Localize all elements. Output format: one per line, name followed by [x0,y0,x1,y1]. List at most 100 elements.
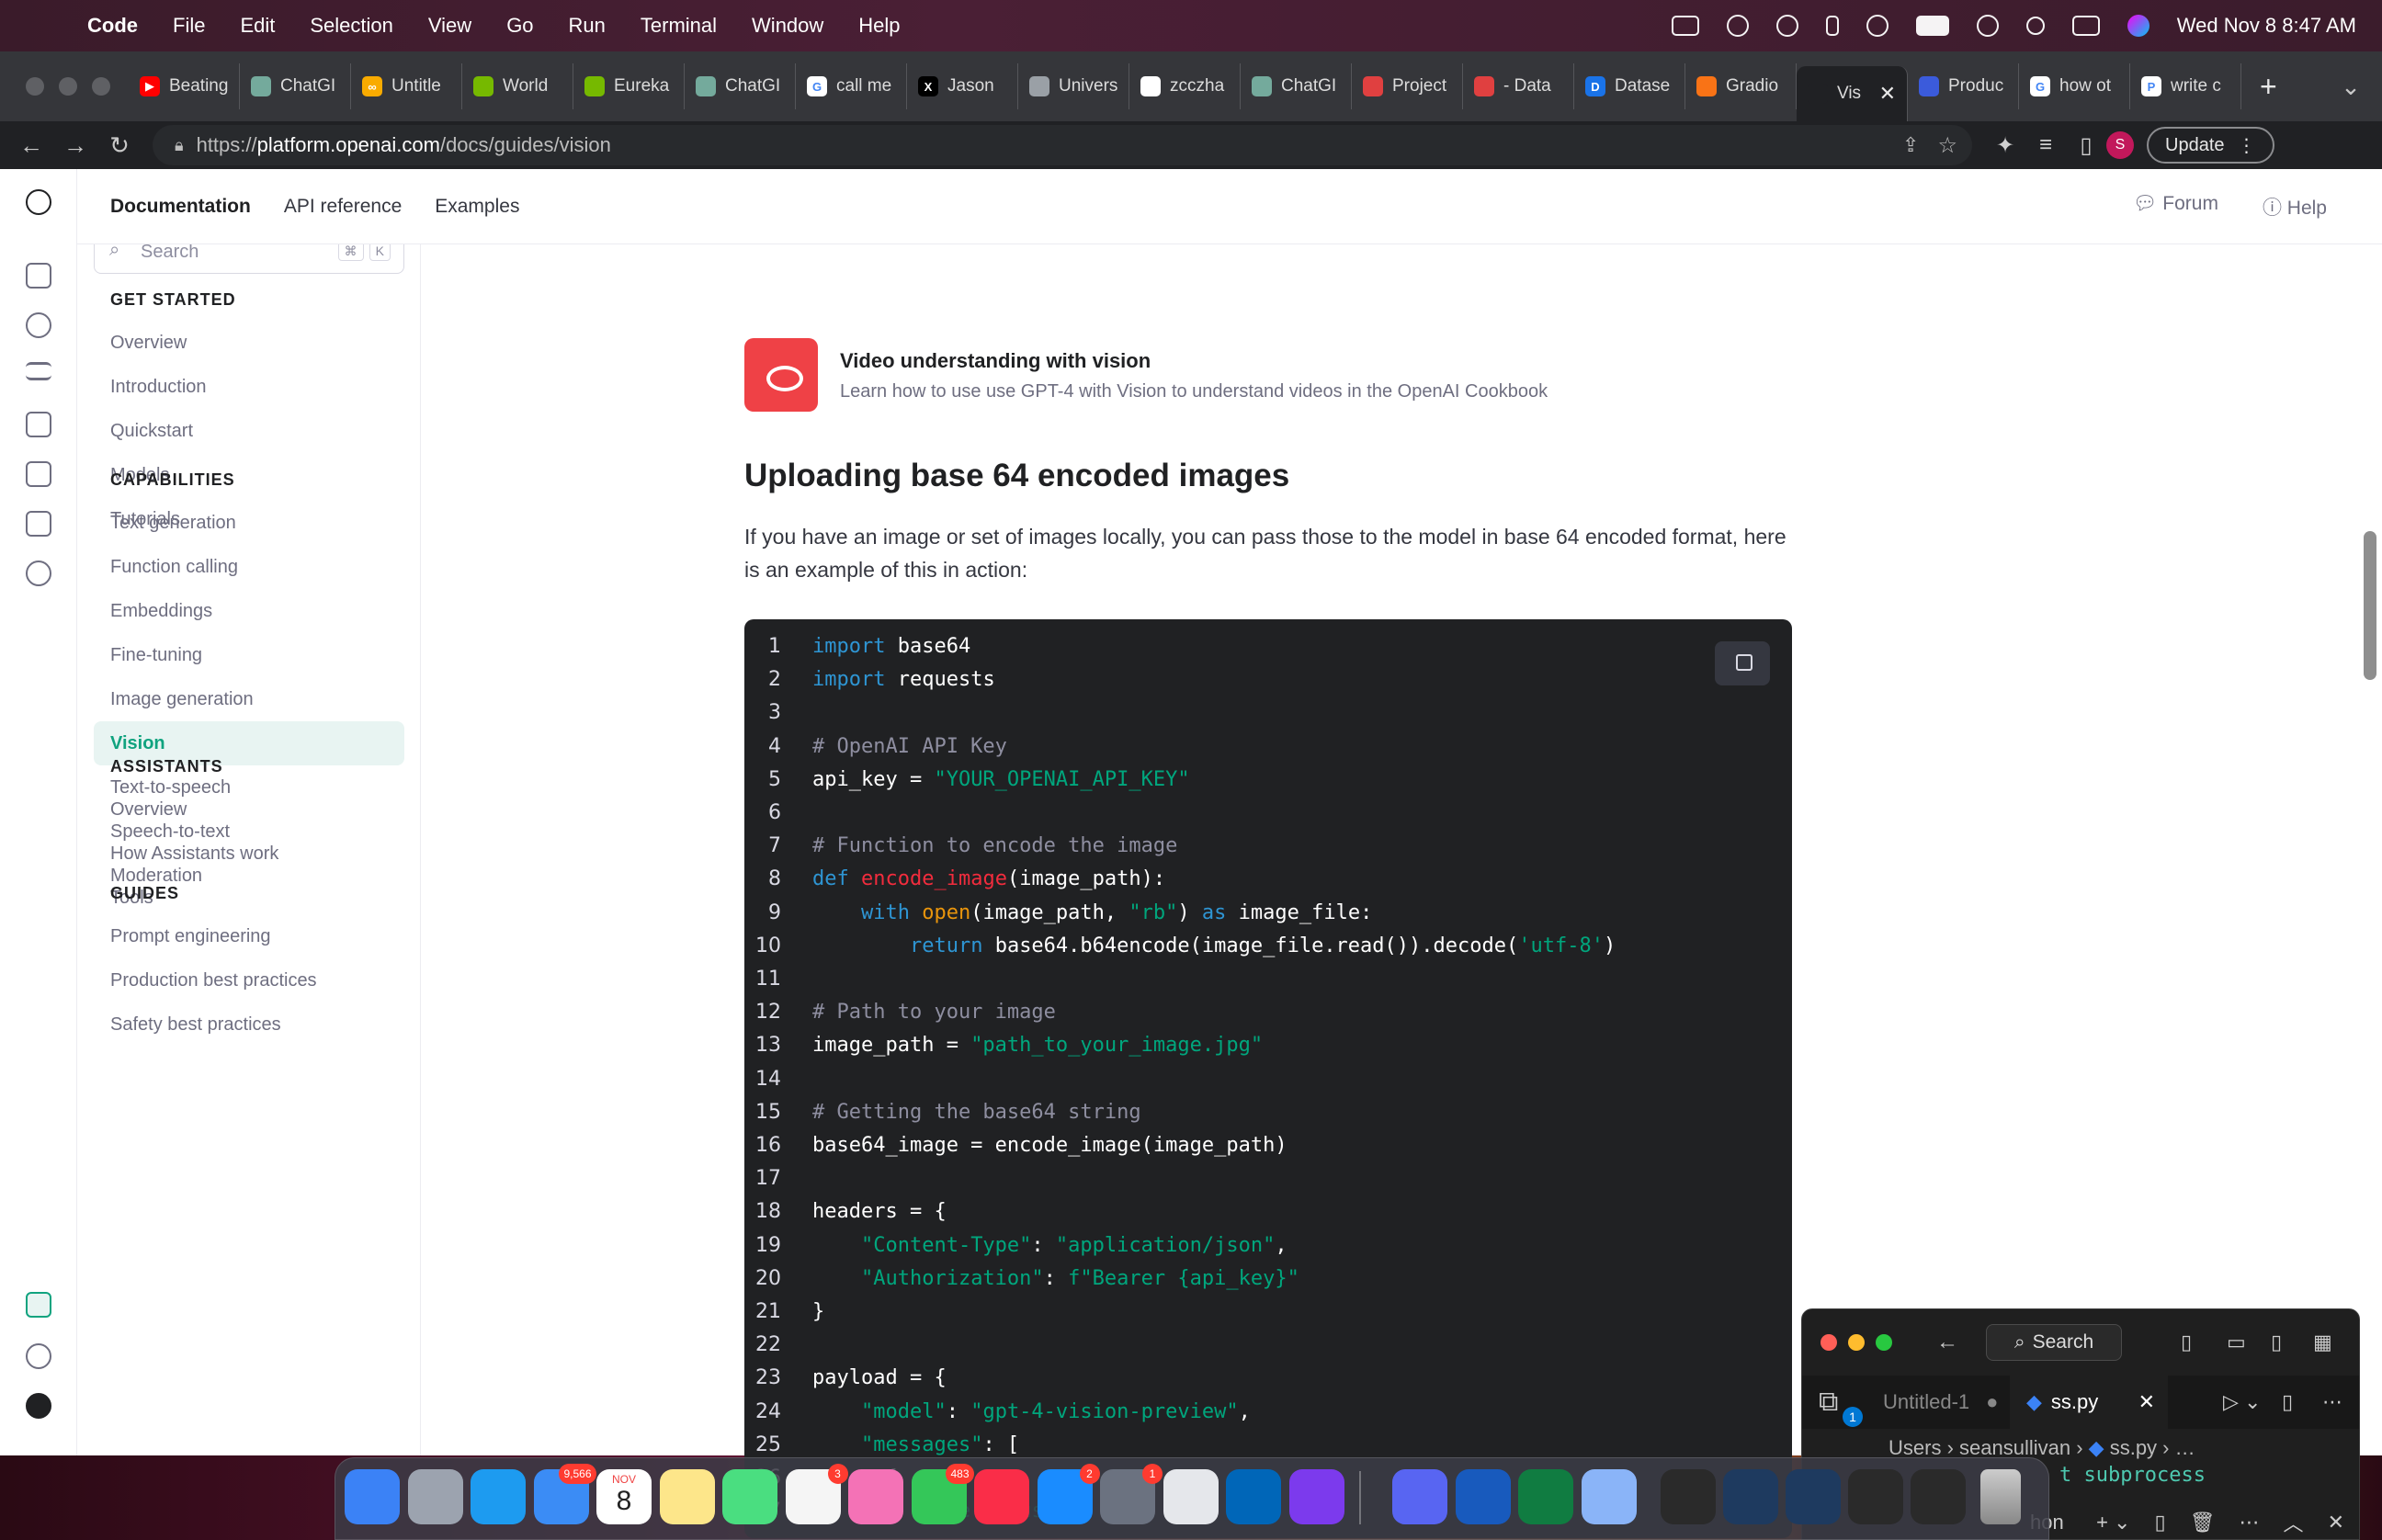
address-bar[interactable]: 🔒︎ https://platform.openai.com/docs/guid… [153,125,1972,165]
minimized-window-1[interactable] [1661,1469,1716,1524]
tab-documentation[interactable]: Documentation [110,196,251,218]
breadcrumb-users[interactable]: Users [1889,1436,1941,1459]
dock-app-chrome[interactable] [1163,1469,1219,1524]
close-panel-icon[interactable]: ✕ [2328,1511,2344,1534]
side-panel-icon[interactable]: ▯ [2066,132,2106,159]
menu-selection[interactable]: Selection [292,14,411,38]
browser-tab[interactable]: Eureka [573,63,685,109]
dock-app-discord[interactable] [1392,1469,1447,1524]
minimized-window-3[interactable] [1786,1469,1841,1524]
dock-app-preview[interactable] [1581,1469,1637,1524]
page-scrollbar[interactable] [2364,531,2376,680]
tab-examples[interactable]: Examples [435,196,519,218]
update-button[interactable]: Update ⋮ [2147,127,2274,164]
search-input[interactable]: ⌕ Search ⌘ K [94,244,404,274]
maximize-panel-icon[interactable]: ︿ [2284,1508,2304,1537]
kill-terminal-icon[interactable]: 🗑︎ [2190,1511,2216,1534]
battery-icon[interactable] [1915,16,1949,36]
editor-code-fragment[interactable]: t subprocess [2059,1464,2206,1487]
forum-link[interactable]: 💬︎ Forum [2133,193,2218,221]
vscode-back-icon[interactable]: ← [1936,1330,1958,1355]
sidebar-item-function-calling[interactable]: Function calling [94,545,404,589]
media-controls-icon[interactable]: ≡ [2025,132,2066,158]
help-lifebuoy-icon[interactable] [26,1343,51,1369]
menu-go[interactable]: Go [489,14,550,38]
assistants-icon[interactable] [26,312,51,338]
more-actions-icon[interactable]: ⋯ [2322,1376,2342,1429]
dock-app-word[interactable] [1455,1469,1511,1524]
menu-file[interactable]: File [155,14,222,38]
breadcrumb-more[interactable]: … [2175,1436,2195,1459]
tab-ss-py[interactable]: ◆ ss.py ✕ [2010,1376,2168,1429]
trash-icon[interactable] [1980,1469,2021,1524]
dock-app-calendar[interactable]: NOV 8 [596,1469,652,1524]
sidebar-item-how-assistants-work[interactable]: How Assistants work [94,832,404,876]
menu-run[interactable]: Run [551,14,623,38]
dock-app-app-store[interactable]: 2 [1037,1464,1100,1524]
toggle-sidebar-icon[interactable]: ▯ [2181,1331,2192,1354]
menu-window[interactable]: Window [734,14,841,38]
dock-app-mail[interactable]: 9,566 [533,1464,596,1524]
browser-tab[interactable]: World [462,63,573,109]
dock-app-vs-code[interactable] [1226,1469,1281,1524]
sidebar-item-embeddings[interactable]: Embeddings [94,589,404,633]
dock-app-obsidian[interactable] [1288,1469,1344,1524]
menu-bar-clock[interactable]: Wed Nov 8 8:47 AM [2177,14,2356,38]
siri-icon[interactable] [2127,15,2149,37]
playground-icon[interactable] [26,263,51,289]
vscode-minimize-button[interactable] [1848,1334,1865,1351]
wifi-icon[interactable] [1976,15,1999,37]
close-window-button[interactable] [26,77,44,96]
creative-cloud-icon[interactable] [1726,15,1749,37]
share-icon[interactable]: ⇪ [1902,133,1919,157]
app-menu-code[interactable]: Code [70,14,155,38]
close-tab-icon[interactable]: ✕ [1879,82,1896,106]
browser-tab[interactable]: D Datase [1574,63,1685,109]
minimized-window-4[interactable] [1848,1469,1903,1524]
files-folder-icon[interactable] [26,461,51,487]
help-link[interactable]: ⓘ Help [2263,193,2327,221]
dock-app-finder[interactable] [345,1469,400,1524]
sidebar-item-text-generation[interactable]: Text generation [94,501,404,545]
terminal-more-icon[interactable]: ⋯ [2240,1511,2260,1534]
dock-app-safari[interactable] [471,1469,526,1524]
browser-tab[interactable]: Project [1352,63,1463,109]
dock-app-photos[interactable] [848,1469,903,1524]
close-tab-icon[interactable]: ✕ [2138,1390,2168,1414]
new-terminal-icon[interactable]: + ⌄ [2096,1511,2130,1534]
vscode-close-button[interactable] [1821,1334,1837,1351]
sidebar-item-image-generation[interactable]: Image generation [94,677,404,721]
customize-layout-icon[interactable]: ▦ [2313,1331,2332,1354]
vpn-icon[interactable] [1775,15,1798,37]
usage-chart-icon[interactable] [26,511,51,537]
breadcrumb-file[interactable]: ss.py [2110,1436,2157,1459]
extensions-icon[interactable]: ✦ [1985,132,2025,159]
browser-tab[interactable]: Gradio [1685,63,1797,109]
cloud-icon[interactable] [1671,16,1699,36]
toggle-panel-icon[interactable]: ▭ [2227,1331,2246,1354]
minimize-window-button[interactable] [59,77,77,96]
browser-tab[interactable]: ChatGI [1241,63,1352,109]
tab-api-reference[interactable]: API reference [284,196,402,218]
dock-app-music[interactable] [974,1469,1029,1524]
browser-tab[interactable]: ▶ Beating [129,63,240,109]
split-editor-icon[interactable]: ▯ [2282,1376,2293,1429]
vscode-zoom-button[interactable] [1876,1334,1892,1351]
sidebar-item-quickstart[interactable]: Quickstart [94,409,404,453]
browser-tab[interactable]: Univers [1018,63,1129,109]
browser-tab[interactable]: - Data [1463,63,1574,109]
sidebar-item-prompt-engineering[interactable]: Prompt engineering [94,914,404,958]
toggle-secondary-sidebar-icon[interactable]: ▯ [2271,1331,2282,1354]
sidebar-item-production-best-practices[interactable]: Production best practices [94,958,404,1002]
minimized-window-2[interactable] [1723,1469,1778,1524]
breadcrumb-user[interactable]: seansullivan [1959,1436,2070,1459]
menu-help[interactable]: Help [841,14,917,38]
dock-app-reminders[interactable]: 3 [785,1464,848,1524]
back-button[interactable]: ← [9,131,53,160]
reload-button[interactable]: ↻ [97,131,142,160]
dock-app-system-settings[interactable]: 1 [1100,1464,1163,1524]
api-keys-lock-icon[interactable] [26,412,51,437]
split-terminal-icon[interactable]: ▯ [2155,1511,2166,1534]
browser-tab[interactable]: Ghow ot [2019,63,2130,109]
sidebar-item-overview[interactable]: Overview [94,321,404,365]
